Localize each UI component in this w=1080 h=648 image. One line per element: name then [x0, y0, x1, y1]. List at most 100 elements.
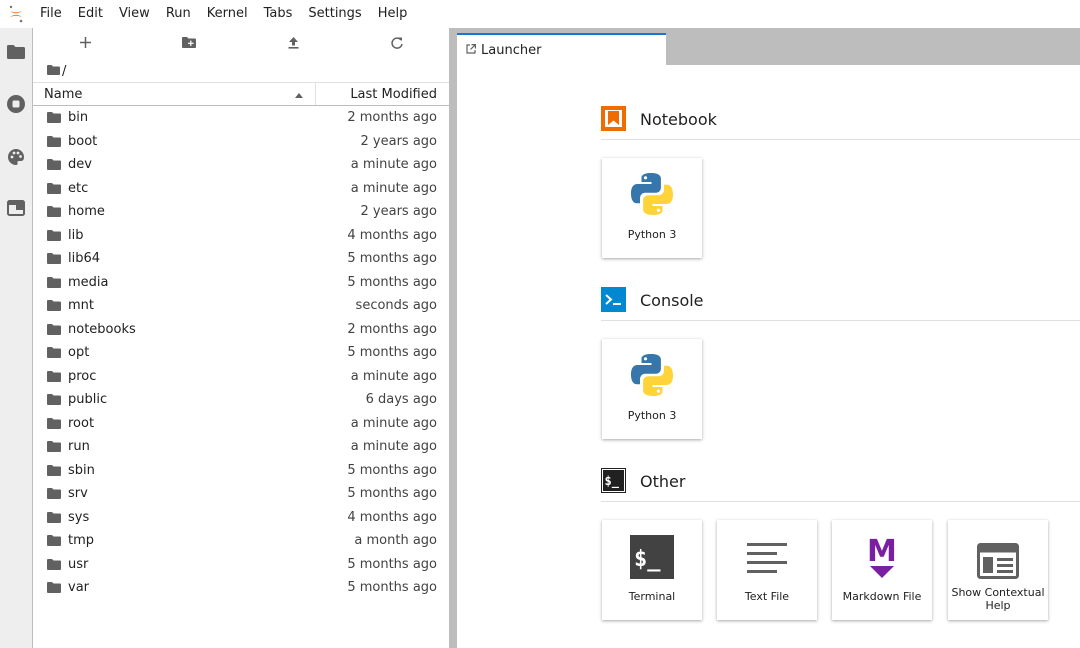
folder-icon — [47, 229, 61, 241]
notebook-python3-card[interactable]: Python 3 — [602, 158, 702, 258]
python-logo-icon — [629, 352, 675, 401]
panel-splitter[interactable] — [449, 28, 457, 648]
file-list-item[interactable]: lib64 5 months ago — [33, 247, 449, 271]
file-modified: 2 years ago — [360, 204, 437, 220]
upload-button[interactable] — [241, 28, 345, 60]
text-file-icon — [747, 539, 787, 582]
text-file-card[interactable]: Text File — [717, 520, 817, 620]
new-launcher-button[interactable] — [33, 28, 137, 60]
file-modified: 5 months ago — [347, 556, 437, 572]
column-header-modified[interactable]: Last Modified — [316, 83, 449, 105]
file-modified: a month ago — [354, 533, 437, 549]
folder-icon — [47, 347, 61, 359]
file-modified: a minute ago — [350, 415, 437, 431]
file-list-item[interactable]: mnt seconds ago — [33, 294, 449, 318]
markdown-icon: M — [866, 533, 898, 582]
menu-help[interactable]: Help — [370, 0, 416, 28]
file-name: lib — [68, 227, 84, 243]
file-list-item[interactable]: public 6 days ago — [33, 388, 449, 412]
notebook-python3-label: Python 3 — [627, 228, 677, 241]
file-list-item[interactable]: notebooks 2 months ago — [33, 318, 449, 342]
folder-icon — [47, 441, 61, 453]
file-modified: 5 months ago — [347, 345, 437, 361]
file-list-item[interactable]: run a minute ago — [33, 435, 449, 459]
contextual-help-card[interactable]: Show Contextual Help — [948, 520, 1048, 620]
palette-icon[interactable] — [0, 139, 32, 175]
markdown-file-card[interactable]: M Markdown File — [832, 520, 932, 620]
file-list-item[interactable]: dev a minute ago — [33, 153, 449, 177]
file-list-item[interactable]: sys 4 months ago — [33, 506, 449, 530]
file-name: bin — [68, 110, 89, 126]
file-browser-toolbar — [33, 28, 449, 60]
menu-edit[interactable]: Edit — [70, 0, 111, 28]
file-list-item[interactable]: lib 4 months ago — [33, 224, 449, 248]
new-folder-button[interactable] — [137, 28, 241, 60]
file-name: opt — [68, 345, 90, 361]
notebook-section-icon — [601, 105, 626, 134]
sort-ascending-icon — [295, 87, 303, 102]
column-header-modified-label: Last Modified — [350, 86, 437, 102]
file-name: mnt — [68, 298, 94, 314]
file-modified: 5 months ago — [347, 486, 437, 502]
column-header-name-label: Name — [44, 86, 83, 102]
file-modified: 2 years ago — [360, 133, 437, 149]
file-list-item[interactable]: home 2 years ago — [33, 200, 449, 224]
terminal-icon: $_ — [630, 535, 674, 582]
file-modified: 2 months ago — [347, 110, 437, 126]
folder-icon — [47, 276, 61, 288]
file-modified: 5 months ago — [347, 251, 437, 267]
menu-run[interactable]: Run — [158, 0, 199, 28]
tab-bar: Launcher — [457, 28, 1080, 65]
menu-tabs[interactable]: Tabs — [256, 0, 301, 28]
menu-settings[interactable]: Settings — [300, 0, 369, 28]
folder-icon — [47, 370, 61, 382]
file-list-item[interactable]: tmp a month ago — [33, 529, 449, 553]
file-list-item[interactable]: usr 5 months ago — [33, 553, 449, 577]
file-name: root — [68, 415, 95, 431]
file-list-item[interactable]: bin 2 months ago — [33, 106, 449, 130]
file-list-item[interactable]: etc a minute ago — [33, 177, 449, 201]
file-modified: a minute ago — [350, 180, 437, 196]
folder-icon — [47, 206, 61, 218]
file-list-item[interactable]: proc a minute ago — [33, 365, 449, 389]
menu-file[interactable]: File — [32, 0, 70, 28]
file-list-item[interactable]: boot 2 years ago — [33, 130, 449, 154]
tab-launcher[interactable]: Launcher — [457, 33, 666, 65]
terminal-card[interactable]: $_ Terminal — [602, 520, 702, 620]
file-name: tmp — [68, 533, 95, 549]
folder-icon — [47, 582, 61, 594]
folder-icon — [47, 159, 61, 171]
menu-view[interactable]: View — [111, 0, 158, 28]
file-list-item[interactable]: var 5 months ago — [33, 576, 449, 600]
file-list-item[interactable]: sbin 5 months ago — [33, 459, 449, 483]
menu-kernel[interactable]: Kernel — [199, 0, 256, 28]
folder-icon — [47, 112, 61, 124]
file-modified: a minute ago — [350, 157, 437, 173]
folder-icon[interactable] — [0, 34, 32, 70]
file-name: notebooks — [68, 321, 136, 337]
terminal-label: Terminal — [628, 590, 676, 603]
file-modified: 5 months ago — [347, 580, 437, 596]
console-section-icon — [601, 286, 626, 315]
file-list-item[interactable]: media 5 months ago — [33, 271, 449, 295]
markdown-file-label: Markdown File — [842, 590, 922, 603]
folder-icon — [47, 253, 61, 265]
refresh-button[interactable] — [345, 28, 449, 60]
file-modified: 4 months ago — [347, 227, 437, 243]
new-folder-icon — [182, 37, 196, 51]
running-icon[interactable] — [0, 86, 32, 122]
file-list-item[interactable]: opt 5 months ago — [33, 341, 449, 365]
svg-text:$_: $_ — [605, 474, 620, 489]
activity-bar — [0, 28, 33, 648]
folder-icon — [47, 182, 61, 194]
file-name: sys — [68, 509, 90, 525]
breadcrumb-root[interactable]: / — [62, 64, 66, 79]
home-folder-icon[interactable] — [47, 64, 60, 79]
file-list-item[interactable]: srv 5 months ago — [33, 482, 449, 506]
file-name: etc — [68, 180, 89, 196]
contextual-help-icon — [977, 543, 1019, 582]
file-list-item[interactable]: root a minute ago — [33, 412, 449, 436]
console-python3-card[interactable]: Python 3 — [602, 339, 702, 439]
tabs-icon[interactable] — [0, 190, 32, 226]
column-header-name[interactable]: Name — [33, 83, 316, 105]
